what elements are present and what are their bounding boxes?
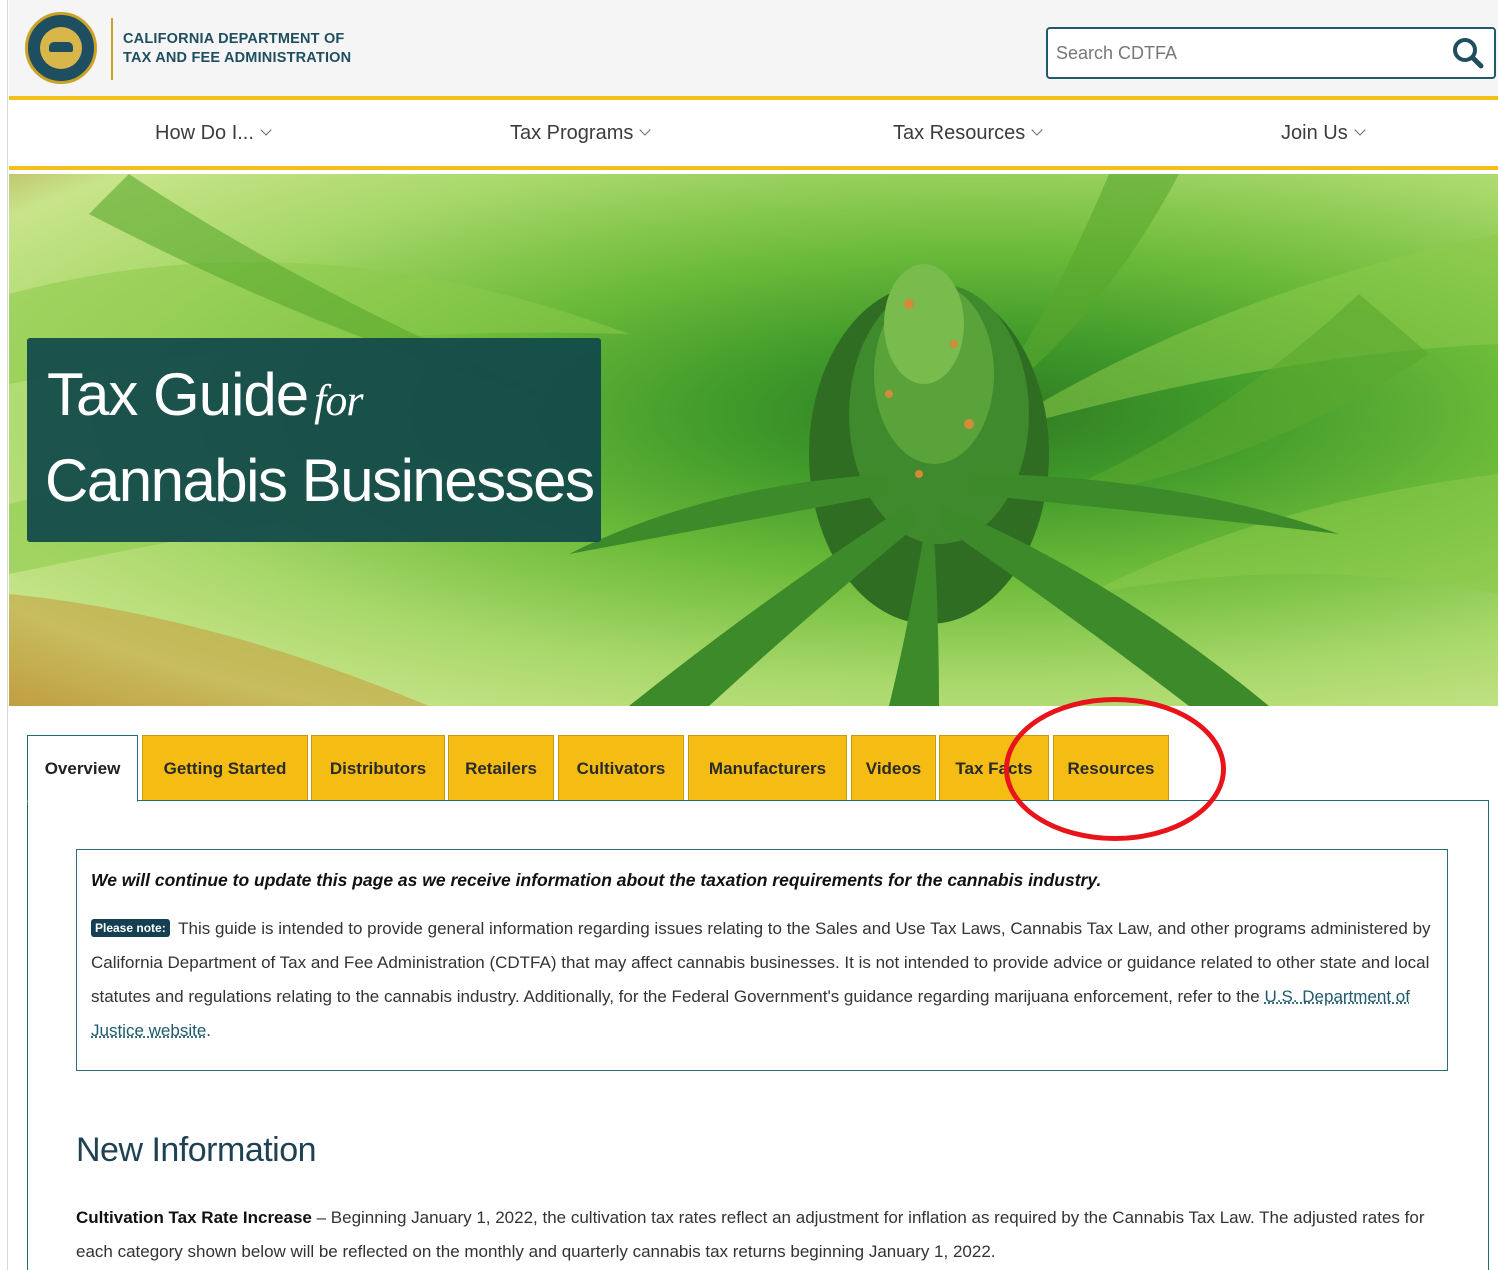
nav-item-tax-resources[interactable]: Tax Resources <box>893 122 1043 145</box>
notice-box: We will continue to update this page as … <box>76 849 1448 1071</box>
nav-item-label: Join Us <box>1281 122 1348 144</box>
search-box <box>1046 27 1496 79</box>
nav-item-label: Tax Programs <box>510 122 634 144</box>
tab-getting-started[interactable]: Getting Started <box>142 735 308 801</box>
tab-cultivators[interactable]: Cultivators <box>558 735 684 801</box>
seal-center <box>40 27 82 69</box>
tab-overview[interactable]: Overview <box>27 735 138 802</box>
logo-divider <box>111 18 113 80</box>
search-input[interactable] <box>1056 37 1436 69</box>
site-header: CALIFORNIA DEPARTMENT OF TAX AND FEE ADM… <box>9 0 1498 100</box>
nav-item-join-us[interactable]: Join Us <box>1281 122 1366 145</box>
hero-title-tax-guide: Tax Guide <box>47 361 309 428</box>
hero-title-box: Tax Guide for Cannabis Businesses <box>27 338 601 542</box>
notice-heading: We will continue to update this page as … <box>91 870 1102 890</box>
org-name[interactable]: CALIFORNIA DEPARTMENT OF TAX AND FEE ADM… <box>123 30 423 68</box>
tab-distributors[interactable]: Distributors <box>311 735 445 801</box>
chevron-down-icon <box>260 124 272 136</box>
cdtfa-seal-logo[interactable] <box>25 12 97 84</box>
tab-videos[interactable]: Videos <box>851 735 936 801</box>
hero-title-line1: Tax Guide for <box>47 360 364 429</box>
please-note-badge: Please note: <box>91 919 170 937</box>
annotation-circle <box>1004 697 1226 841</box>
chevron-down-icon <box>1354 124 1366 136</box>
page-left-edge <box>0 0 8 1270</box>
search-icon <box>1453 38 1484 69</box>
chevron-down-icon <box>1031 124 1043 136</box>
main-nav: How Do I... Tax Programs Tax Resources J… <box>9 104 1498 170</box>
tab-retailers[interactable]: Retailers <box>448 735 554 801</box>
cultivation-tax-paragraph: Cultivation Tax Rate Increase – Beginnin… <box>76 1201 1436 1269</box>
tab-manufacturers[interactable]: Manufacturers <box>688 735 847 801</box>
notice-body: Please note: This guide is intended to p… <box>91 912 1436 1048</box>
search-button[interactable] <box>1448 33 1488 73</box>
hero-title-for: for <box>314 376 363 425</box>
nav-item-label: Tax Resources <box>893 122 1026 144</box>
notice-end: . <box>206 1021 212 1040</box>
nav-item-tax-programs[interactable]: Tax Programs <box>510 122 652 145</box>
chevron-down-icon <box>639 124 652 136</box>
nav-item-how-do-i[interactable]: How Do I... <box>155 122 272 145</box>
section-title-new-information: New Information <box>76 1131 317 1169</box>
org-name-line1: CALIFORNIA DEPARTMENT OF <box>123 31 345 47</box>
nav-item-label: How Do I... <box>155 122 254 144</box>
bear-icon <box>49 42 73 52</box>
notice-text: This guide is intended to provide genera… <box>91 919 1431 1006</box>
hero-banner: Tax Guide for Cannabis Businesses <box>9 174 1498 706</box>
hero-title-line2: Cannabis Businesses <box>45 447 595 514</box>
tab-panel-overview: We will continue to update this page as … <box>27 800 1489 1270</box>
dash: – <box>311 1208 331 1227</box>
org-name-line2: TAX AND FEE ADMINISTRATION <box>123 50 352 66</box>
cultivation-tax-lead: Cultivation Tax Rate Increase <box>76 1208 312 1227</box>
